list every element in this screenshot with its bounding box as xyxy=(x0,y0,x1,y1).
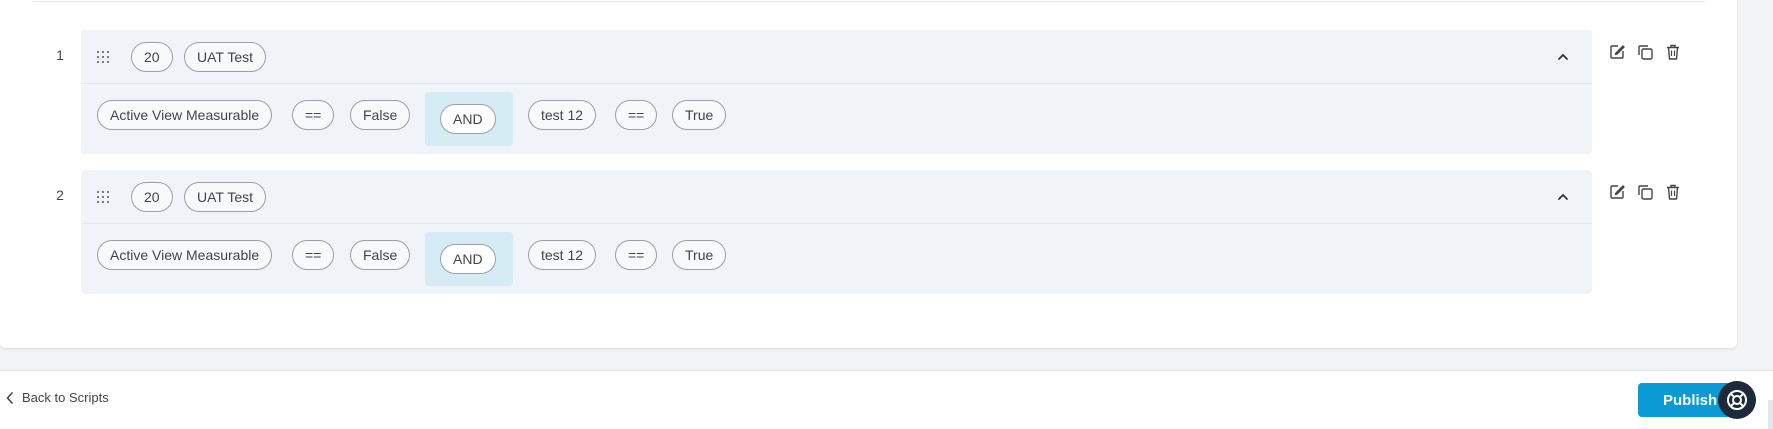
rule-number: 1 xyxy=(56,47,64,63)
chevron-up-icon[interactable] xyxy=(1554,48,1572,66)
condition-field-pill[interactable]: Active View Measurable xyxy=(97,240,273,270)
copy-icon[interactable] xyxy=(1636,43,1654,61)
logic-and-pill[interactable]: AND xyxy=(440,244,496,274)
priority-pill: 20 xyxy=(131,182,173,212)
page: 1 20 UAT Test Active View Measurable == xyxy=(0,0,1773,429)
condition-value-pill[interactable]: False xyxy=(350,240,411,270)
chevron-up-icon[interactable] xyxy=(1554,188,1572,206)
rule-header[interactable]: 20 UAT Test xyxy=(81,170,1592,224)
condition-operator-pill[interactable]: == xyxy=(615,100,658,130)
rule-actions xyxy=(1608,43,1680,65)
rule-name-pill: UAT Test xyxy=(184,42,267,72)
condition-field-pill[interactable]: test 12 xyxy=(528,240,597,270)
rules-card: 1 20 UAT Test Active View Measurable == xyxy=(0,0,1737,348)
rule-row: 2 20 UAT Test Active View Measurable == xyxy=(0,170,1737,294)
help-lifebuoy-icon[interactable] xyxy=(1718,381,1756,419)
edit-icon[interactable] xyxy=(1608,183,1626,201)
back-link-label: Back to Scripts xyxy=(22,390,109,405)
condition-value-pill[interactable]: True xyxy=(672,240,727,270)
rule-actions xyxy=(1608,183,1680,205)
rule-box: 20 UAT Test Active View Measurable == Fa… xyxy=(81,170,1592,294)
rule-row: 1 20 UAT Test Active View Measurable == xyxy=(0,30,1737,154)
priority-pill: 20 xyxy=(131,42,173,72)
condition-value-pill[interactable]: True xyxy=(672,100,727,130)
rule-header[interactable]: 20 UAT Test xyxy=(81,30,1592,84)
condition-operator-pill[interactable]: == xyxy=(615,240,658,270)
back-to-scripts-link[interactable]: Back to Scripts xyxy=(6,390,109,405)
rule-box: 20 UAT Test Active View Measurable == Fa… xyxy=(81,30,1592,154)
window-edge xyxy=(1768,400,1773,429)
condition-field-pill[interactable]: test 12 xyxy=(528,100,597,130)
rule-number: 2 xyxy=(56,187,64,203)
condition-value-pill[interactable]: False xyxy=(350,100,411,130)
trash-icon[interactable] xyxy=(1664,183,1682,201)
divider xyxy=(33,1,1705,2)
logic-operator-group: AND xyxy=(425,232,513,286)
drag-handle-icon[interactable] xyxy=(97,191,109,203)
trash-icon[interactable] xyxy=(1664,43,1682,61)
copy-icon[interactable] xyxy=(1636,183,1654,201)
logic-and-pill[interactable]: AND xyxy=(440,104,496,134)
footer-bar: Back to Scripts Publish xyxy=(0,370,1773,429)
condition-field-pill[interactable]: Active View Measurable xyxy=(97,100,273,130)
chevron-left-icon xyxy=(6,391,13,404)
drag-handle-icon[interactable] xyxy=(97,51,109,63)
condition-operator-pill[interactable]: == xyxy=(292,100,335,130)
edit-icon[interactable] xyxy=(1608,43,1626,61)
rule-name-pill: UAT Test xyxy=(184,182,267,212)
condition-operator-pill[interactable]: == xyxy=(292,240,335,270)
logic-operator-group: AND xyxy=(425,92,513,146)
